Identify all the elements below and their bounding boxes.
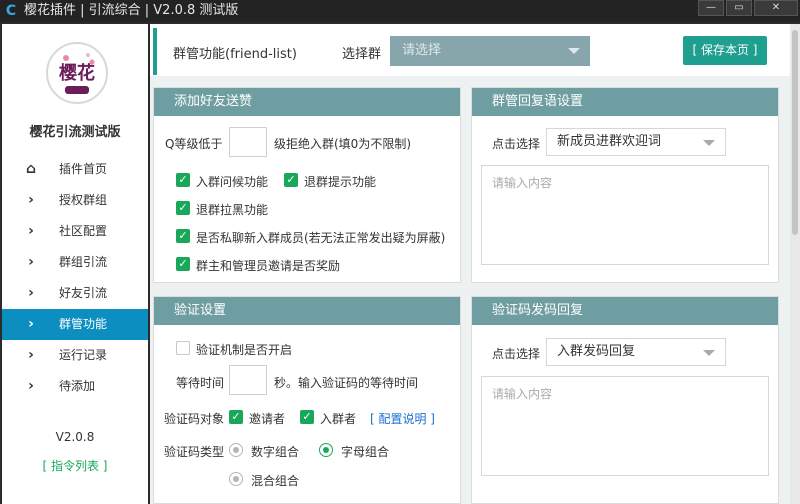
page-header: 群管功能(friend-list) 选择群 请选择 [ 保存本页 ]: [150, 24, 790, 76]
code-reply-content-input[interactable]: 请输入内容: [481, 376, 769, 476]
panel-title: 验证码发码回复: [472, 297, 778, 325]
panel-title: 添加好友送赞: [154, 88, 460, 116]
sidebar-item-home[interactable]: ⌂ 插件首页: [2, 154, 148, 185]
wait-time-label: 等待时间: [176, 376, 225, 390]
home-icon: ⌂: [25, 161, 37, 177]
sidebar-item-label: 授权群组: [59, 193, 108, 207]
sidebar-item-group-traffic[interactable]: › 群组引流: [2, 247, 148, 278]
scrollbar-thumb[interactable]: [792, 30, 798, 235]
sidebar-item-label: 插件首页: [59, 162, 108, 176]
maximize-button[interactable]: ▭: [726, 0, 752, 16]
wait-time-suffix: 秒。输入验证码的等待时间: [274, 376, 419, 390]
radio-numeric[interactable]: [229, 443, 243, 457]
checkbox-private-chat-new-member[interactable]: ✓: [176, 229, 190, 243]
wait-time-input[interactable]: [229, 365, 267, 395]
verify-enable-label: 验证机制是否开启: [196, 343, 293, 357]
group-select-label: 选择群: [342, 47, 382, 62]
group-select-placeholder: 请选择: [402, 43, 442, 58]
header-accent-bar: [153, 28, 157, 75]
chevron-right-icon: ›: [28, 347, 34, 363]
app-name: 樱花引流测试版: [29, 125, 121, 140]
app-logo-icon: C: [5, 3, 17, 19]
close-button[interactable]: ✕: [754, 0, 798, 16]
radio-label: 字母组合: [341, 445, 390, 459]
window-title: 樱花插件 | 引流综合 | V2.0.8 测试版: [24, 3, 239, 18]
sidebar-item-label: 社区配置: [59, 224, 108, 238]
panel-title: 群管回复语设置: [472, 88, 778, 116]
sidebar-item-label: 群管功能: [59, 317, 108, 331]
radio-label: 混合组合: [251, 474, 300, 488]
panel-add-friend: 添加好友送赞 Q等级低于 级拒绝入群(填0为不限制) ✓ 入群问候功能 ✓ 退群…: [153, 87, 461, 283]
group-select[interactable]: 请选择: [390, 36, 590, 66]
reply-type-select[interactable]: 新成员进群欢迎词: [546, 128, 726, 156]
checkbox-label: 退群拉黑功能: [196, 203, 269, 217]
checkbox-target-inviter[interactable]: ✓: [229, 410, 243, 424]
radio-label: 数字组合: [251, 445, 300, 459]
config-help-link[interactable]: [ 配置说明 ]: [370, 410, 435, 427]
checkbox-verify-enable[interactable]: [176, 341, 190, 355]
qlevel-suffix: 级拒绝入群(填0为不限制): [274, 137, 411, 151]
sidebar-item-authorized-groups[interactable]: › 授权群组: [2, 185, 148, 216]
chevron-down-icon: [703, 350, 715, 356]
minimize-button[interactable]: —: [698, 0, 724, 16]
command-list-link[interactable]: [ 指令列表 ]: [2, 457, 148, 474]
target-inviter-label: 邀请者: [249, 412, 286, 426]
panel-verify: 验证设置 验证机制是否开启 等待时间 秒。输入验证码的等待时间 验证码对象 ✓ …: [153, 296, 461, 504]
avatar: 樱花: [46, 42, 108, 104]
radio-mixed[interactable]: [229, 472, 243, 486]
reply-type-selected: 新成员进群欢迎词: [557, 134, 662, 149]
sakura-logo-icon: 樱花: [50, 46, 104, 100]
sidebar-item-run-log[interactable]: › 运行记录: [2, 340, 148, 371]
chevron-down-icon: [703, 140, 715, 146]
sidebar: 樱花 樱花引流测试版 ⌂ 插件首页 › 授权群组 › 社区配置 › 群组引流 ›…: [2, 24, 148, 504]
version-label: V2.0.8: [55, 430, 95, 444]
sidebar-item-community-config[interactable]: › 社区配置: [2, 216, 148, 247]
checkbox-target-joiner[interactable]: ✓: [300, 410, 314, 424]
checkbox-join-greeting[interactable]: ✓: [176, 173, 190, 187]
checkbox-leave-blacklist[interactable]: ✓: [176, 201, 190, 215]
sidebar-item-group-management[interactable]: › 群管功能: [2, 309, 148, 340]
checkbox-label: 是否私聊新入群成员(若无法正常发出疑为屏蔽): [196, 231, 446, 245]
code-reply-selected: 入群发码回复: [557, 344, 636, 359]
title-bar: C 樱花插件 | 引流综合 | V2.0.8 测试版 — ▭ ✕: [0, 0, 800, 22]
reply-select-label: 点击选择: [492, 137, 541, 151]
vertical-scrollbar[interactable]: [790, 24, 800, 504]
panel-code-reply: 验证码发码回复 点击选择 入群发码回复 请输入内容: [471, 296, 779, 504]
checkbox-label: 群主和管理员邀请是否奖励: [196, 259, 341, 273]
reply-content-input[interactable]: 请输入内容: [481, 165, 769, 265]
avatar-text: 樱花: [59, 62, 95, 84]
checkbox-invite-reward[interactable]: ✓: [176, 257, 190, 271]
chevron-right-icon: ›: [28, 223, 34, 239]
panel-title: 验证设置: [154, 297, 460, 325]
chevron-right-icon: ›: [28, 285, 34, 301]
sidebar-nav: ⌂ 插件首页 › 授权群组 › 社区配置 › 群组引流 › 好友引流 › 群管功…: [2, 154, 148, 402]
sidebar-item-friend-traffic[interactable]: › 好友引流: [2, 278, 148, 309]
qlevel-input[interactable]: [229, 127, 267, 157]
qlevel-prefix: Q等级低于: [165, 137, 223, 151]
sidebar-item-label: 待添加: [59, 379, 96, 393]
checkbox-label: 入群问候功能: [196, 175, 269, 189]
sidebar-item-label: 好友引流: [59, 286, 108, 300]
chevron-down-icon: [568, 48, 580, 54]
sidebar-item-label: 群组引流: [59, 255, 108, 269]
chevron-right-icon: ›: [28, 378, 34, 394]
target-joiner-label: 入群者: [320, 412, 357, 426]
sidebar-item-to-add[interactable]: › 待添加: [2, 371, 148, 402]
checkbox-leave-notice[interactable]: ✓: [284, 173, 298, 187]
chevron-right-icon: ›: [28, 316, 34, 332]
sidebar-item-label: 运行记录: [59, 348, 108, 362]
code-reply-select-label: 点击选择: [492, 347, 541, 361]
radio-alpha[interactable]: [319, 443, 333, 457]
code-reply-select[interactable]: 入群发码回复: [546, 338, 726, 366]
checkbox-label: 退群提示功能: [304, 175, 377, 189]
page-title: 群管功能(friend-list): [173, 47, 297, 62]
panel-group-reply: 群管回复语设置 点击选择 新成员进群欢迎词 请输入内容: [471, 87, 779, 283]
verify-target-label: 验证码对象: [164, 412, 225, 426]
verify-type-label: 验证码类型: [164, 445, 225, 459]
chevron-right-icon: ›: [28, 254, 34, 270]
save-page-button[interactable]: [ 保存本页 ]: [683, 36, 767, 65]
chevron-right-icon: ›: [28, 192, 34, 208]
